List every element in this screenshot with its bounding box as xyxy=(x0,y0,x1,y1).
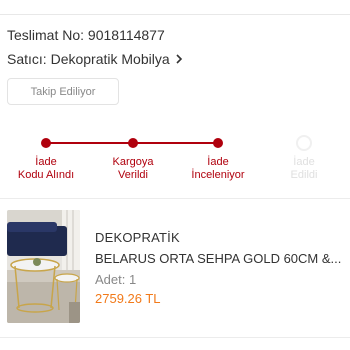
product-name[interactable]: BELARUS ORTA SEHPA GOLD 60CM &... xyxy=(95,251,345,266)
top-divider xyxy=(0,14,350,15)
seller-label: Satıcı: xyxy=(7,51,47,67)
follow-button[interactable]: Takip Ediliyor xyxy=(7,78,119,105)
seller-link[interactable]: Satıcı: Dekopratik Mobilya xyxy=(7,51,184,67)
delivery-number: Teslimat No: 9018114877 xyxy=(7,27,165,43)
delivery-label: Teslimat No: xyxy=(7,27,85,43)
step-dot-1 xyxy=(41,138,51,148)
product-brand: DEKOPRATİK xyxy=(95,230,180,245)
step-label-2: Kargoya Verildi xyxy=(112,156,154,181)
quantity-label: Adet: xyxy=(95,272,126,287)
step-label-3: İade İnceleniyor xyxy=(191,156,245,181)
product-price: 2759.26 TL xyxy=(95,291,161,306)
chevron-right-icon xyxy=(176,54,182,64)
step-dot-3 xyxy=(213,138,223,148)
bottom-divider xyxy=(0,337,350,338)
section-divider xyxy=(0,198,350,199)
step-label-4: İade Edildi xyxy=(290,156,318,181)
step-dot-4 xyxy=(296,135,312,151)
coffee-table-photo-icon xyxy=(7,210,80,323)
step-dot-2 xyxy=(128,138,138,148)
progress-line-2 xyxy=(134,142,216,144)
step-label-1: İade Kodu Alındı xyxy=(17,156,75,181)
seller-name: Dekopratik Mobilya xyxy=(50,51,170,67)
delivery-value: 9018114877 xyxy=(87,27,165,43)
progress-line-1 xyxy=(47,142,129,144)
return-progress-tracker: İade Kodu Alındı Kargoya Verildi İade İn… xyxy=(0,132,350,192)
product-quantity: Adet: 1 xyxy=(95,272,136,287)
quantity-value: 1 xyxy=(128,272,137,287)
product-image[interactable] xyxy=(7,210,80,323)
